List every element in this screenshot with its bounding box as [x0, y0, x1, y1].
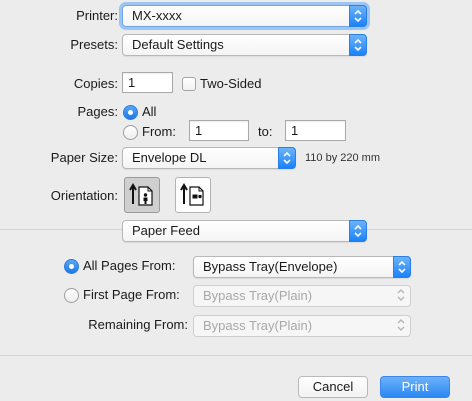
first-page-from-popup: Bypass Tray(Plain)	[193, 285, 411, 307]
paper-size-value: Envelope DL	[132, 150, 207, 165]
popup-arrows-icon	[278, 147, 296, 169]
landscape-orientation-button[interactable]	[175, 177, 211, 213]
all-pages-from-popup[interactable]: Bypass Tray(Envelope)	[193, 256, 411, 278]
landscape-icon	[180, 183, 204, 206]
paper-size-popup[interactable]: Envelope DL	[122, 147, 296, 169]
portrait-icon	[129, 183, 153, 206]
pages-all-label: All	[142, 104, 157, 119]
portrait-orientation-button[interactable]	[124, 177, 160, 213]
pages-from-field[interactable]: 1	[189, 120, 249, 141]
section-value: Paper Feed	[132, 223, 200, 238]
footer-divider	[0, 355, 472, 356]
pages-to-field[interactable]: 1	[285, 120, 346, 141]
popup-arrows-icon	[393, 315, 411, 337]
printer-label: Printer:	[76, 8, 118, 23]
orientation-label: Orientation:	[50, 188, 118, 203]
paper-size-dimensions: 110 by 220 mm	[305, 152, 381, 164]
remaining-from-value: Bypass Tray(Plain)	[203, 318, 313, 333]
paper-size-label: Paper Size:	[50, 150, 118, 165]
copies-label: Copies:	[73, 76, 118, 91]
first-page-from-value: Bypass Tray(Plain)	[203, 288, 313, 303]
print-button[interactable]: Print	[380, 376, 450, 398]
copies-field[interactable]: 1	[122, 72, 173, 93]
pages-all-radio[interactable]	[123, 105, 138, 120]
popup-arrows-icon	[349, 5, 367, 27]
remaining-from-label: Remaining From:	[88, 317, 188, 332]
all-pages-from-radio[interactable]	[64, 259, 79, 274]
popup-arrows-icon	[349, 220, 367, 242]
popup-arrows-icon	[349, 34, 367, 56]
all-pages-from-label: All Pages From:	[83, 258, 176, 273]
pages-label: Pages:	[77, 104, 118, 119]
printer-popup[interactable]: MX-xxxx	[122, 5, 367, 27]
popup-arrows-icon	[393, 285, 411, 307]
first-page-from-label: First Page From:	[83, 287, 180, 302]
remaining-from-popup: Bypass Tray(Plain)	[193, 315, 411, 337]
presets-value: Default Settings	[132, 37, 224, 52]
presets-label: Presets:	[70, 37, 118, 52]
cancel-button[interactable]: Cancel	[298, 376, 368, 398]
popup-arrows-icon	[393, 256, 411, 278]
all-pages-from-value: Bypass Tray(Envelope)	[203, 259, 338, 274]
pages-from-label: From:	[142, 124, 176, 139]
pages-from-radio[interactable]	[123, 125, 138, 140]
two-sided-label: Two-Sided	[200, 76, 262, 91]
first-page-from-radio[interactable]	[64, 288, 79, 303]
section-popup[interactable]: Paper Feed	[122, 220, 367, 242]
pages-to-label: to:	[258, 124, 273, 139]
printer-value: MX-xxxx	[132, 8, 182, 23]
presets-popup[interactable]: Default Settings	[122, 34, 367, 56]
two-sided-checkbox[interactable]	[182, 77, 196, 91]
